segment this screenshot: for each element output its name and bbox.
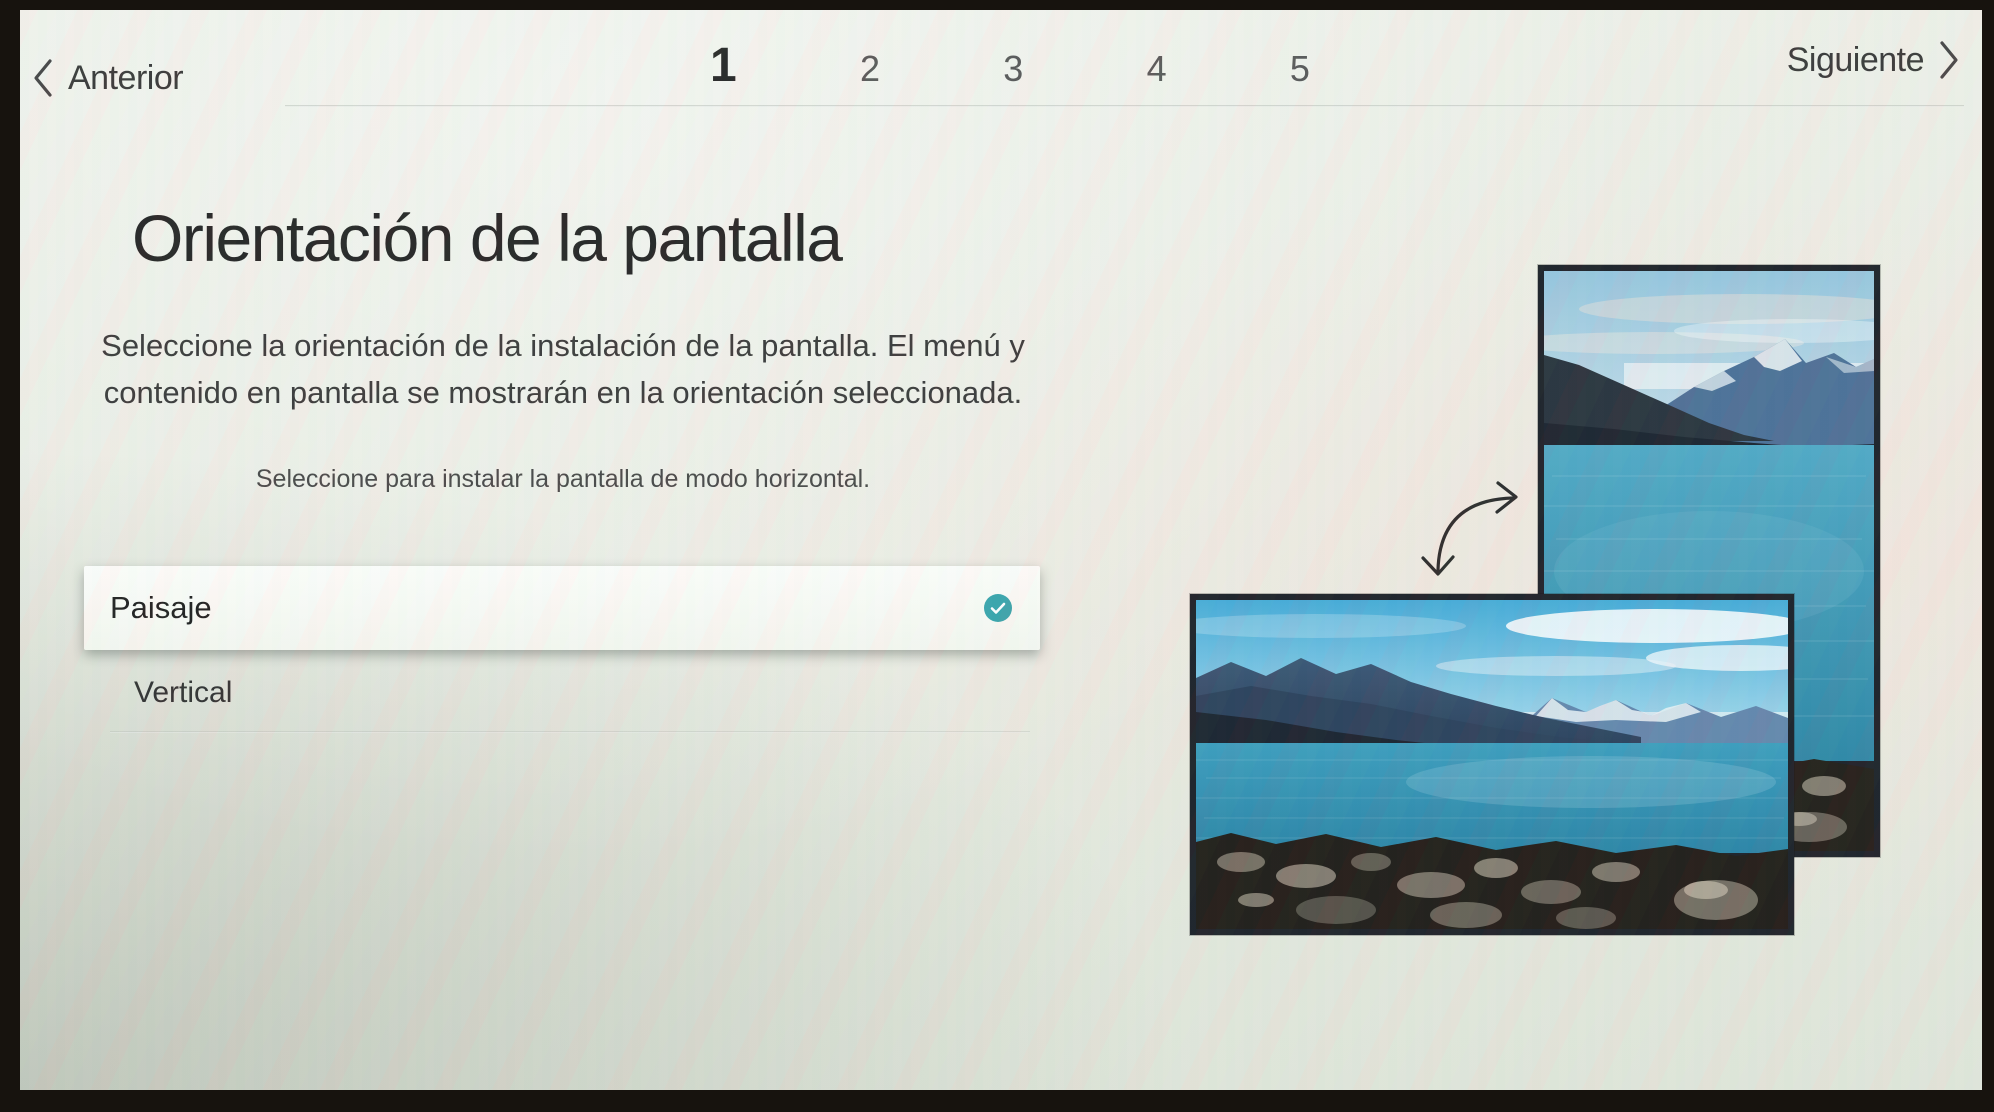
next-button[interactable]: Siguiente bbox=[1787, 40, 1960, 80]
setup-wizard-screen: Anterior 1 2 3 4 5 Siguiente Orientación… bbox=[20, 10, 1982, 1090]
page-title: Orientación de la pantalla bbox=[132, 200, 842, 276]
option-portrait[interactable]: Vertical bbox=[134, 676, 232, 710]
header-divider bbox=[285, 105, 1964, 107]
step-4: 4 bbox=[1147, 48, 1167, 90]
option-divider bbox=[110, 731, 1030, 733]
page-description: Seleccione la orientación de la instalac… bbox=[78, 322, 1048, 416]
option-hint-text: Seleccione para instalar la pantalla de … bbox=[78, 465, 1048, 494]
option-portrait-label: Vertical bbox=[134, 676, 232, 709]
rotate-arrow-icon bbox=[1415, 470, 1545, 600]
step-2: 2 bbox=[860, 48, 880, 90]
chevron-left-icon bbox=[32, 58, 54, 98]
previous-label: Anterior bbox=[68, 59, 183, 98]
option-landscape-label: Paisaje bbox=[110, 590, 212, 626]
step-indicator: 1 2 3 4 5 bbox=[710, 38, 1310, 93]
previous-button[interactable]: Anterior bbox=[32, 58, 183, 98]
option-landscape[interactable]: Paisaje bbox=[84, 566, 1040, 650]
next-label: Siguiente bbox=[1787, 41, 1924, 80]
step-3: 3 bbox=[1003, 48, 1023, 90]
step-1-current: 1 bbox=[710, 38, 737, 93]
chevron-right-icon bbox=[1938, 40, 1960, 80]
check-circle-icon bbox=[984, 594, 1012, 622]
step-5: 5 bbox=[1290, 48, 1310, 90]
landscape-orientation-preview bbox=[1190, 594, 1794, 935]
